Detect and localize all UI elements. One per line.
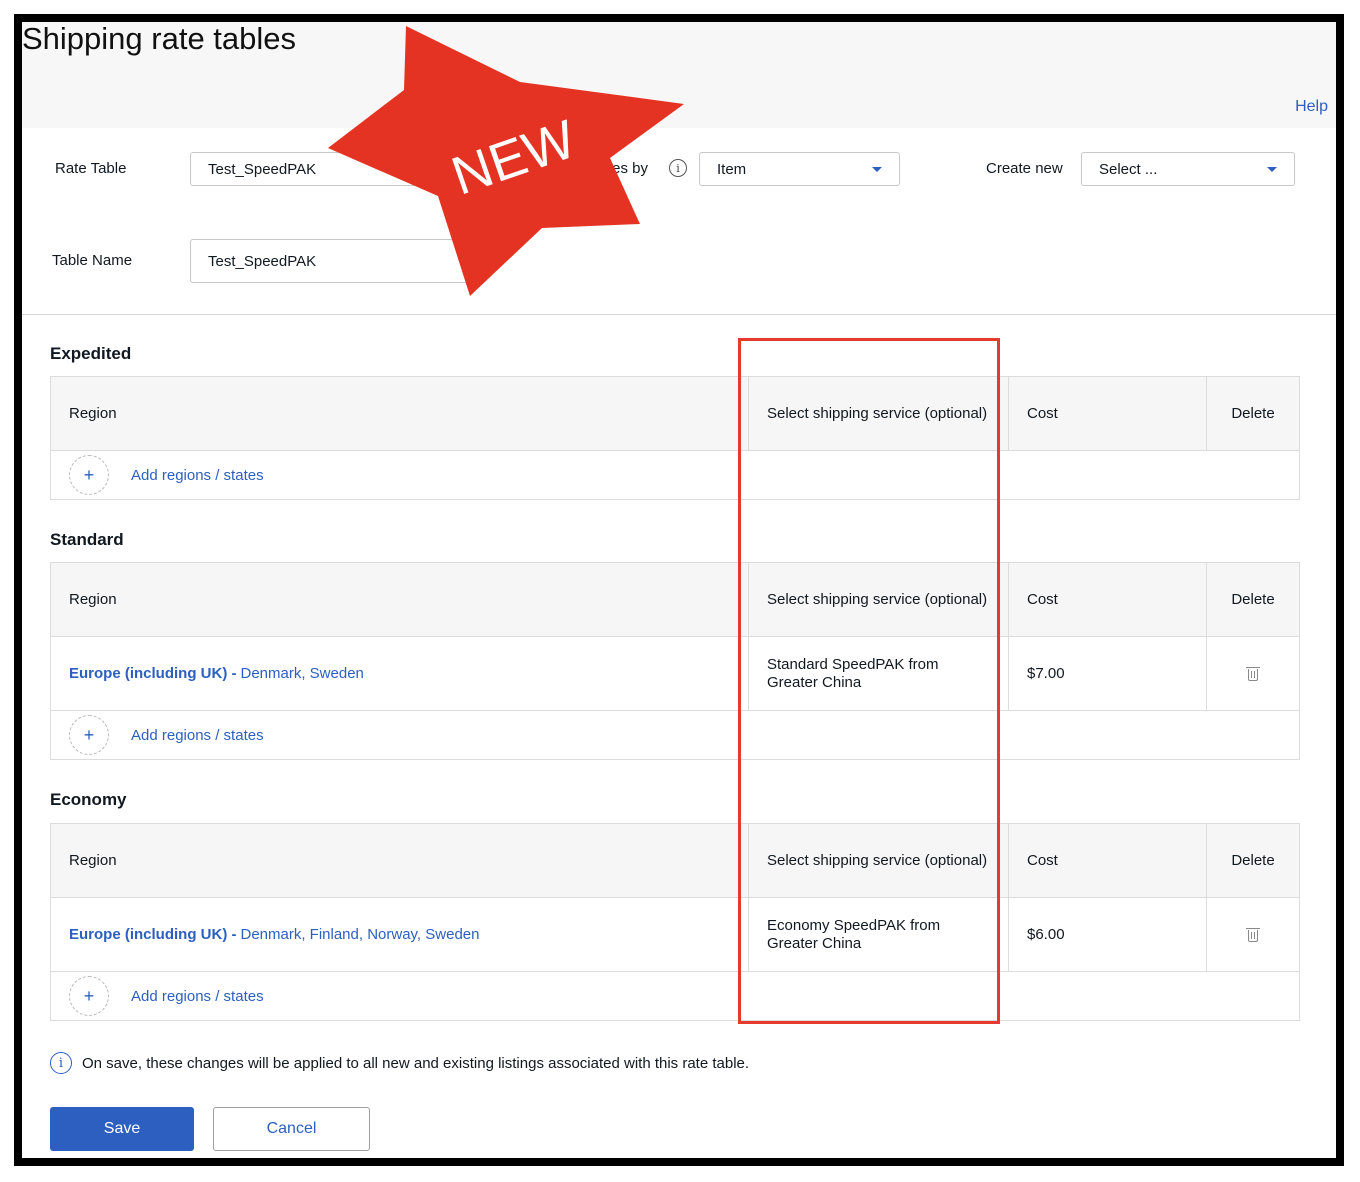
add-regions-row: + Add regions / states <box>51 451 1299 499</box>
column-header-delete: Delete <box>1231 405 1275 422</box>
section-title-standard: Standard <box>50 530 124 549</box>
table-header: Region Select shipping service (optional… <box>51 377 1299 451</box>
help-link[interactable]: Help <box>1295 98 1328 116</box>
rate-table-label: Rate Table <box>55 160 127 177</box>
section-title-expedited: Expedited <box>50 344 132 363</box>
column-header-delete: Delete <box>1231 852 1275 869</box>
region-cell[interactable]: Europe (including UK) - Denmark, Sweden <box>51 637 749 710</box>
save-note: i On save, these changes will be applied… <box>50 1052 749 1074</box>
delete-cell <box>1207 898 1299 971</box>
table-row: Europe (including UK) - Denmark, Finland… <box>51 898 1299 972</box>
column-header-cost: Cost <box>1009 563 1207 636</box>
expedited-rate-table: Region Select shipping service (optional… <box>50 376 1300 500</box>
section-title-economy: Economy <box>50 790 127 809</box>
add-regions-row: + Add regions / states <box>51 972 1299 1020</box>
highlight-box <box>738 338 1000 1024</box>
info-icon: i <box>50 1052 72 1074</box>
chevron-down-icon <box>872 166 882 172</box>
region-group[interactable]: Europe (including UK) - <box>69 665 236 682</box>
column-header-cost: Cost <box>1009 377 1207 450</box>
region-countries[interactable]: Denmark, Sweden <box>240 665 363 682</box>
add-icon[interactable]: + <box>69 715 109 755</box>
screenshot-frame: Shipping rate tables Help Rate Table Tes… <box>14 14 1344 1166</box>
region-countries[interactable]: Denmark, Finland, Norway, Sweden <box>240 926 479 943</box>
chevron-down-icon <box>1267 166 1277 172</box>
create-new-label: Create new <box>986 160 1063 177</box>
column-header-region: Region <box>51 563 749 636</box>
region-cell[interactable]: Europe (including UK) - Denmark, Finland… <box>51 898 749 971</box>
section-divider <box>22 314 1336 315</box>
cost-cell: $6.00 <box>1009 898 1207 971</box>
new-badge: NEW <box>328 26 684 296</box>
add-regions-link[interactable]: Add regions / states <box>131 467 264 484</box>
column-header-region: Region <box>51 377 749 450</box>
trash-icon[interactable] <box>1246 927 1260 942</box>
table-name-value: Test_SpeedPAK <box>208 252 317 270</box>
table-name-label: Table Name <box>52 252 133 269</box>
save-button[interactable]: Save <box>50 1107 194 1151</box>
table-row: Europe (including UK) - Denmark, Sweden … <box>51 637 1299 711</box>
column-header-region: Region <box>51 824 749 897</box>
economy-rate-table: Region Select shipping service (optional… <box>50 823 1300 1021</box>
rates-by-select[interactable]: Item <box>699 152 900 186</box>
column-header-delete: Delete <box>1231 591 1275 608</box>
add-icon[interactable]: + <box>69 976 109 1016</box>
save-note-text: On save, these changes will be applied t… <box>82 1054 750 1072</box>
delete-cell <box>1207 637 1299 710</box>
column-header-cost: Cost <box>1009 824 1207 897</box>
add-regions-row: + Add regions / states <box>51 711 1299 759</box>
page-title: Shipping rate tables <box>22 21 297 56</box>
table-header: Region Select shipping service (optional… <box>51 824 1299 898</box>
cancel-button[interactable]: Cancel <box>213 1107 370 1151</box>
create-new-value: Select ... <box>1099 160 1158 178</box>
add-regions-link[interactable]: Add regions / states <box>131 988 264 1005</box>
region-group[interactable]: Europe (including UK) - <box>69 926 236 943</box>
standard-rate-table: Region Select shipping service (optional… <box>50 562 1300 760</box>
rates-by-value: Item <box>717 160 747 178</box>
add-icon[interactable]: + <box>69 455 109 495</box>
trash-icon[interactable] <box>1246 666 1260 681</box>
rate-table-value: Test_SpeedPAK <box>208 160 317 178</box>
create-new-select[interactable]: Select ... <box>1081 152 1295 186</box>
table-header: Region Select shipping service (optional… <box>51 563 1299 637</box>
add-regions-link[interactable]: Add regions / states <box>131 727 264 744</box>
cost-cell: $7.00 <box>1009 637 1207 710</box>
